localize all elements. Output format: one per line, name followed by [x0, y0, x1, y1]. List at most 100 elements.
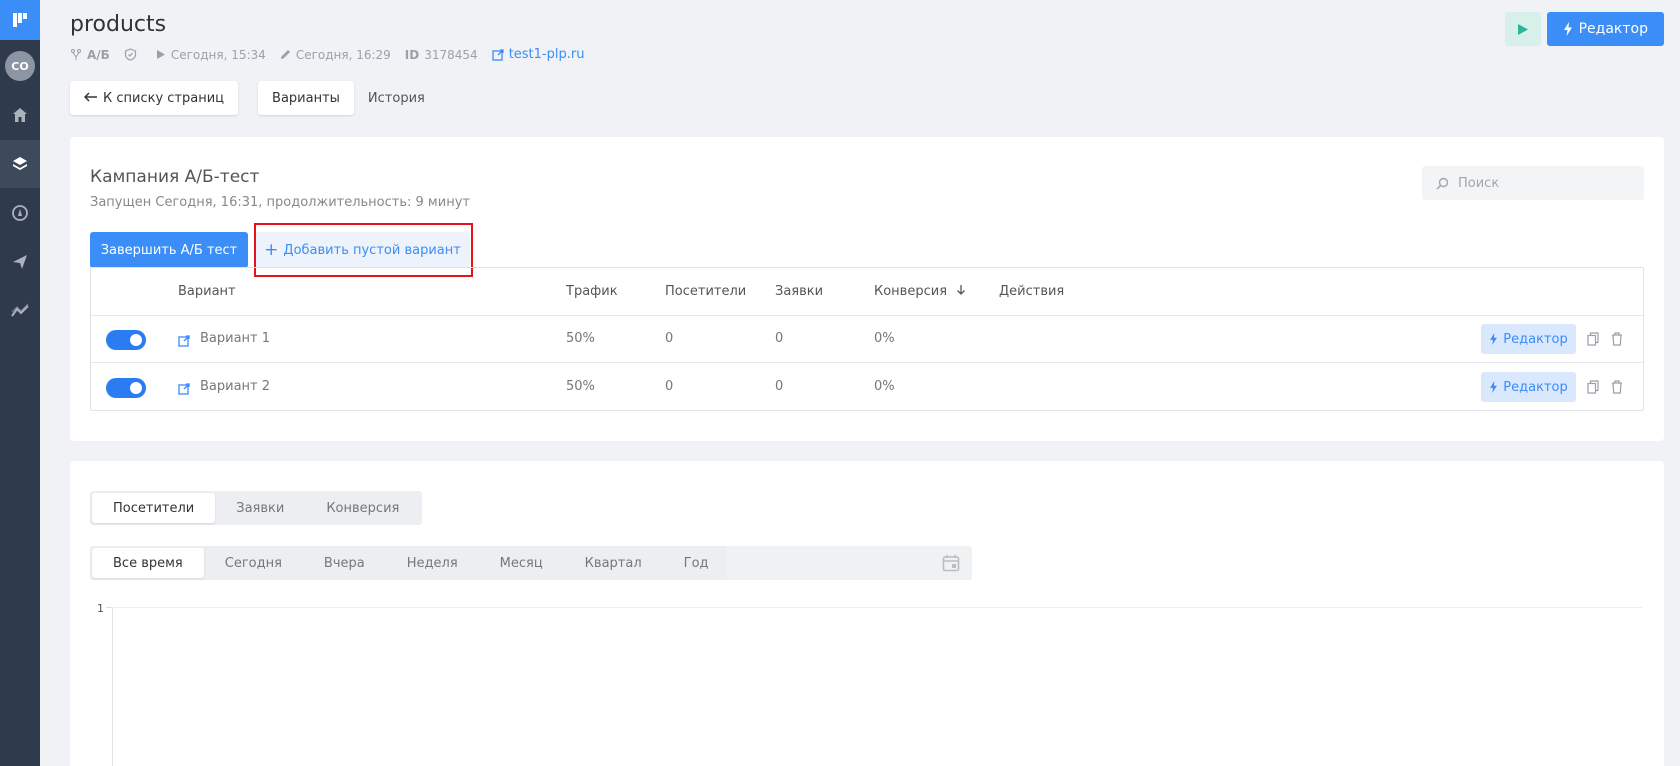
logo-icon — [13, 13, 27, 27]
variant-editor-label: Редактор — [1503, 331, 1568, 347]
metric-tab-leads[interactable]: Заявки — [215, 493, 305, 523]
rocket-icon — [12, 205, 28, 221]
external-link-icon[interactable] — [178, 332, 190, 351]
variant-conversion: 0% — [874, 331, 895, 346]
lightning-icon — [1490, 381, 1498, 393]
copy-icon[interactable] — [1587, 331, 1599, 350]
variant-editor-label: Редактор — [1503, 379, 1568, 395]
period-tab-yesterday[interactable]: Вчера — [303, 548, 386, 578]
tab-variants[interactable]: Варианты — [258, 81, 354, 115]
metric-tab-conversion[interactable]: Конверсия — [305, 493, 420, 523]
header-actions: Редактор — [1504, 12, 1664, 46]
period-tab-year[interactable]: Год — [663, 548, 730, 578]
col-conversion-label: Конверсия — [874, 284, 948, 299]
campaign-title: Кампания А/Б-тест — [90, 167, 260, 187]
campaign-subtitle: Запущен Сегодня, 16:31, продолжительност… — [90, 195, 470, 210]
fork-icon — [71, 48, 81, 60]
metric-tab-visitors[interactable]: Посетители — [92, 493, 216, 523]
variant-traffic: 50% — [566, 331, 595, 346]
sidebar-item-pages[interactable] — [0, 140, 40, 188]
published-at: Сегодня, 15:34 — [156, 48, 266, 62]
layers-icon — [13, 157, 27, 170]
variant-toggle[interactable] — [106, 330, 146, 350]
calendar-icon — [942, 555, 960, 572]
preview-button[interactable] — [1504, 12, 1541, 46]
shield-icon — [124, 48, 136, 61]
trash-icon[interactable] — [1611, 331, 1623, 350]
id-value: 3178454 — [424, 47, 478, 62]
site-link-text[interactable]: test1-plp.ru — [509, 47, 585, 62]
external-link-icon[interactable] — [178, 380, 190, 399]
external-link-icon — [492, 48, 504, 61]
sidebar-item-send[interactable] — [0, 238, 40, 286]
chart-y-tick: 1 — [97, 602, 104, 615]
campaign-card: Кампания А/Б-тест Запущен Сегодня, 16:31… — [70, 137, 1664, 441]
page-tabs: К списку страниц Варианты История — [70, 81, 439, 115]
period-tab-week[interactable]: Неделя — [386, 548, 479, 578]
variant-name[interactable]: Вариант 2 — [200, 379, 270, 394]
variant-leads: 0 — [775, 379, 784, 394]
main-content: products А/Б Сегодня, 15:34 Сегодня, 16:… — [40, 0, 1680, 766]
copy-icon[interactable] — [1587, 379, 1599, 398]
sidebar-item-home[interactable] — [0, 91, 40, 139]
sort-down-icon — [957, 285, 966, 295]
lightning-icon — [1563, 22, 1572, 36]
chart-gridline — [112, 607, 1642, 608]
send-icon — [13, 255, 27, 269]
variants-table: Вариант Трафик Посетители Заявки Конверс… — [90, 267, 1644, 411]
table-header: Вариант Трафик Посетители Заявки Конверс… — [91, 268, 1643, 316]
lightning-icon — [1490, 333, 1498, 345]
ab-badge: А/Б — [70, 48, 110, 62]
page-title: products — [70, 12, 167, 37]
period-switch: Все время Сегодня Вчера Неделя Месяц Ква… — [90, 546, 732, 580]
sidebar-item-analytics[interactable] — [0, 287, 40, 335]
variant-editor-button[interactable]: Редактор — [1481, 324, 1576, 354]
published-time: Сегодня, 15:34 — [170, 47, 266, 62]
sidebar-item-promo[interactable] — [0, 189, 40, 237]
search-icon — [1436, 177, 1449, 189]
period-tab-month[interactable]: Месяц — [479, 548, 564, 578]
period-tab-all-time[interactable]: Все время — [92, 548, 204, 578]
page-meta: А/Б Сегодня, 15:34 Сегодня, 16:29 ID 317… — [70, 47, 598, 62]
trash-icon[interactable] — [1611, 379, 1623, 398]
variant-leads: 0 — [775, 331, 784, 346]
search-input[interactable]: Поиск — [1422, 166, 1644, 200]
variant-editor-button[interactable]: Редактор — [1481, 372, 1576, 402]
period-tab-today[interactable]: Сегодня — [204, 548, 303, 578]
col-actions: Действия — [999, 284, 1065, 299]
tab-history[interactable]: История — [354, 81, 439, 115]
protection-status — [124, 48, 142, 61]
arrow-left-icon — [83, 91, 98, 106]
col-traffic: Трафик — [566, 284, 618, 299]
variant-name[interactable]: Вариант 1 — [200, 331, 270, 346]
pencil-icon — [280, 50, 290, 59]
chart-y-axis — [112, 607, 113, 766]
variant-visitors: 0 — [665, 379, 674, 394]
id-label: ID — [404, 47, 420, 62]
col-visitors: Посетители — [665, 284, 747, 299]
page-id: ID 3178454 — [405, 48, 478, 62]
col-variant: Вариант — [178, 284, 236, 299]
table-row: Вариант 2 50% 0 0 0% Редактор — [91, 364, 1643, 411]
table-row: Вариант 1 50% 0 0 0% Редактор — [91, 316, 1643, 363]
sidebar: CO — [0, 0, 40, 766]
period-tab-quarter[interactable]: Квартал — [564, 548, 663, 578]
editor-button-label: Редактор — [1578, 21, 1648, 37]
play-icon — [1517, 23, 1528, 35]
user-avatar[interactable]: CO — [5, 51, 35, 81]
play-icon — [156, 50, 165, 59]
variant-conversion: 0% — [874, 379, 895, 394]
col-leads: Заявки — [775, 284, 824, 299]
col-conversion[interactable]: Конверсия — [874, 284, 966, 299]
analytics-icon — [11, 303, 29, 317]
editor-button[interactable]: Редактор — [1546, 12, 1664, 46]
back-to-list-button[interactable]: К списку страниц — [70, 81, 239, 115]
app-logo[interactable] — [0, 0, 40, 40]
edited-time: Сегодня, 16:29 — [295, 47, 391, 62]
site-link[interactable]: test1-plp.ru — [492, 47, 585, 62]
search-placeholder: Поиск — [1458, 175, 1500, 191]
variant-toggle[interactable] — [106, 378, 146, 398]
finish-ab-test-button[interactable]: Завершить А/Б тест — [90, 232, 248, 268]
date-range-input[interactable] — [726, 546, 972, 580]
home-icon — [13, 108, 27, 122]
